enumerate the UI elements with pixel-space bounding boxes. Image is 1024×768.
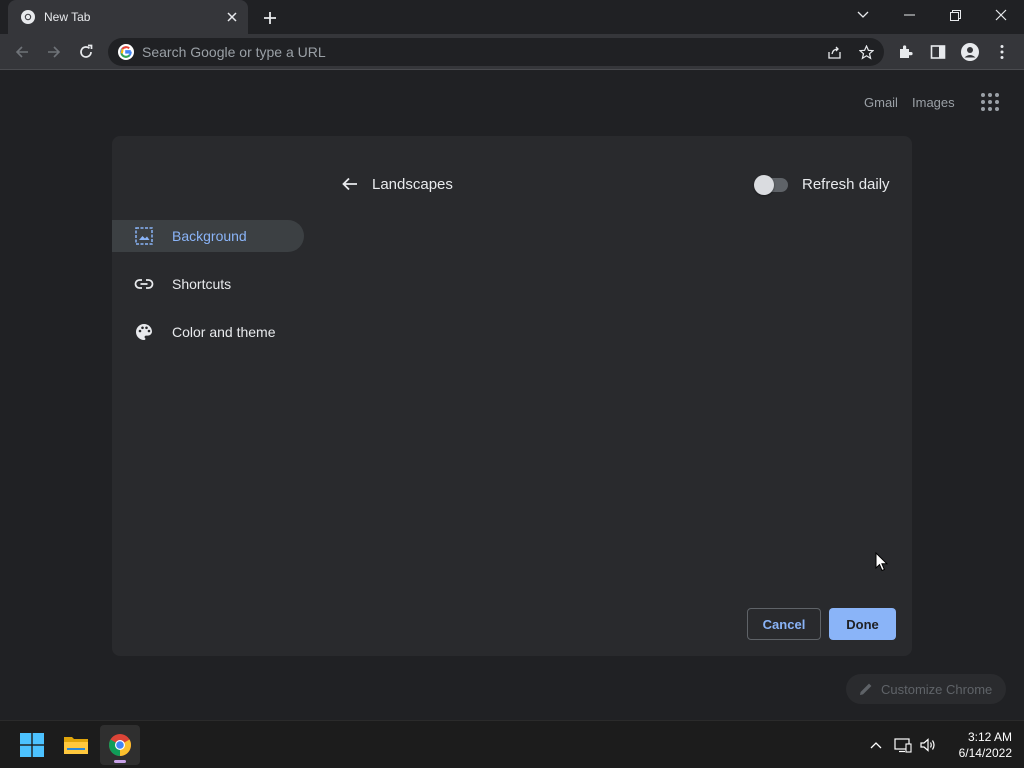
chrome-taskbar-button[interactable] <box>100 725 140 765</box>
tab-new-tab[interactable]: New Tab <box>8 0 248 34</box>
extensions-icon[interactable] <box>894 40 918 64</box>
close-window-icon[interactable] <box>978 0 1024 30</box>
menu-icon[interactable] <box>990 40 1014 64</box>
palette-icon <box>136 324 152 340</box>
customize-dialog: Background Shortcuts Color and theme Lan… <box>112 136 912 656</box>
customize-chrome-button[interactable]: Customize Chrome <box>846 674 1006 704</box>
customize-chrome-label: Customize Chrome <box>881 682 993 697</box>
images-link[interactable]: Images <box>912 95 955 110</box>
link-icon <box>134 279 154 289</box>
refresh-daily-label: Refresh daily <box>802 176 890 193</box>
start-icon <box>20 733 44 757</box>
volume-icon[interactable] <box>918 735 938 755</box>
chevron-up-icon[interactable] <box>866 735 886 755</box>
sidebar-item-background[interactable]: Background <box>112 220 304 252</box>
sidebar-item-label: Color and theme <box>172 324 276 340</box>
start-button[interactable] <box>12 725 52 765</box>
image-icon <box>135 227 153 245</box>
reload-icon[interactable] <box>74 40 98 64</box>
done-button[interactable]: Done <box>829 608 896 640</box>
sidebar-item-shortcuts[interactable]: Shortcuts <box>112 268 304 300</box>
gmail-link[interactable]: Gmail <box>864 95 898 110</box>
cancel-button[interactable]: Cancel <box>747 608 821 640</box>
sidebar-item-color-and-theme[interactable]: Color and theme <box>112 316 304 348</box>
omnibox-input[interactable] <box>142 43 782 61</box>
side-panel-icon[interactable] <box>926 40 950 64</box>
bookmark-star-icon[interactable] <box>856 42 876 62</box>
system-clock[interactable]: 3:12 AM 6/14/2022 <box>940 729 1012 761</box>
sidebar-item-label: Shortcuts <box>172 276 232 292</box>
chrome-icon <box>21 10 35 24</box>
share-icon[interactable] <box>824 42 844 62</box>
browser-toolbar <box>0 34 1024 70</box>
title-bar: New Tab <box>0 0 1024 34</box>
network-icon[interactable] <box>893 735 913 755</box>
minimize-icon[interactable] <box>886 0 932 30</box>
tab-search-icon[interactable] <box>840 0 886 30</box>
mouse-cursor-icon <box>875 552 889 572</box>
restore-icon[interactable] <box>932 0 978 30</box>
profile-icon[interactable] <box>958 40 982 64</box>
google-g-icon <box>118 44 134 60</box>
new-tab-button[interactable] <box>258 6 282 30</box>
forward-icon[interactable] <box>42 40 66 64</box>
omnibox[interactable] <box>108 38 884 66</box>
clock-date: 6/14/2022 <box>958 746 1012 760</box>
taskbar: 3:12 AM 6/14/2022 <box>0 720 1024 768</box>
back-arrow-icon[interactable] <box>340 174 360 194</box>
chrome-icon <box>109 734 131 756</box>
refresh-daily-toggle[interactable] <box>754 175 788 195</box>
google-apps-icon[interactable] <box>980 92 1000 112</box>
clock-time: 3:12 AM <box>967 730 1012 744</box>
tab-title: New Tab <box>44 10 91 24</box>
back-icon[interactable] <box>10 40 34 64</box>
file-explorer-icon <box>64 737 88 754</box>
file-explorer-button[interactable] <box>56 725 96 765</box>
pencil-icon <box>860 683 872 695</box>
collection-title: Landscapes <box>372 176 453 193</box>
active-indicator <box>114 760 126 763</box>
toggle-knob <box>754 175 774 195</box>
close-tab-icon[interactable] <box>223 8 241 26</box>
sidebar-item-label: Background <box>172 228 247 244</box>
